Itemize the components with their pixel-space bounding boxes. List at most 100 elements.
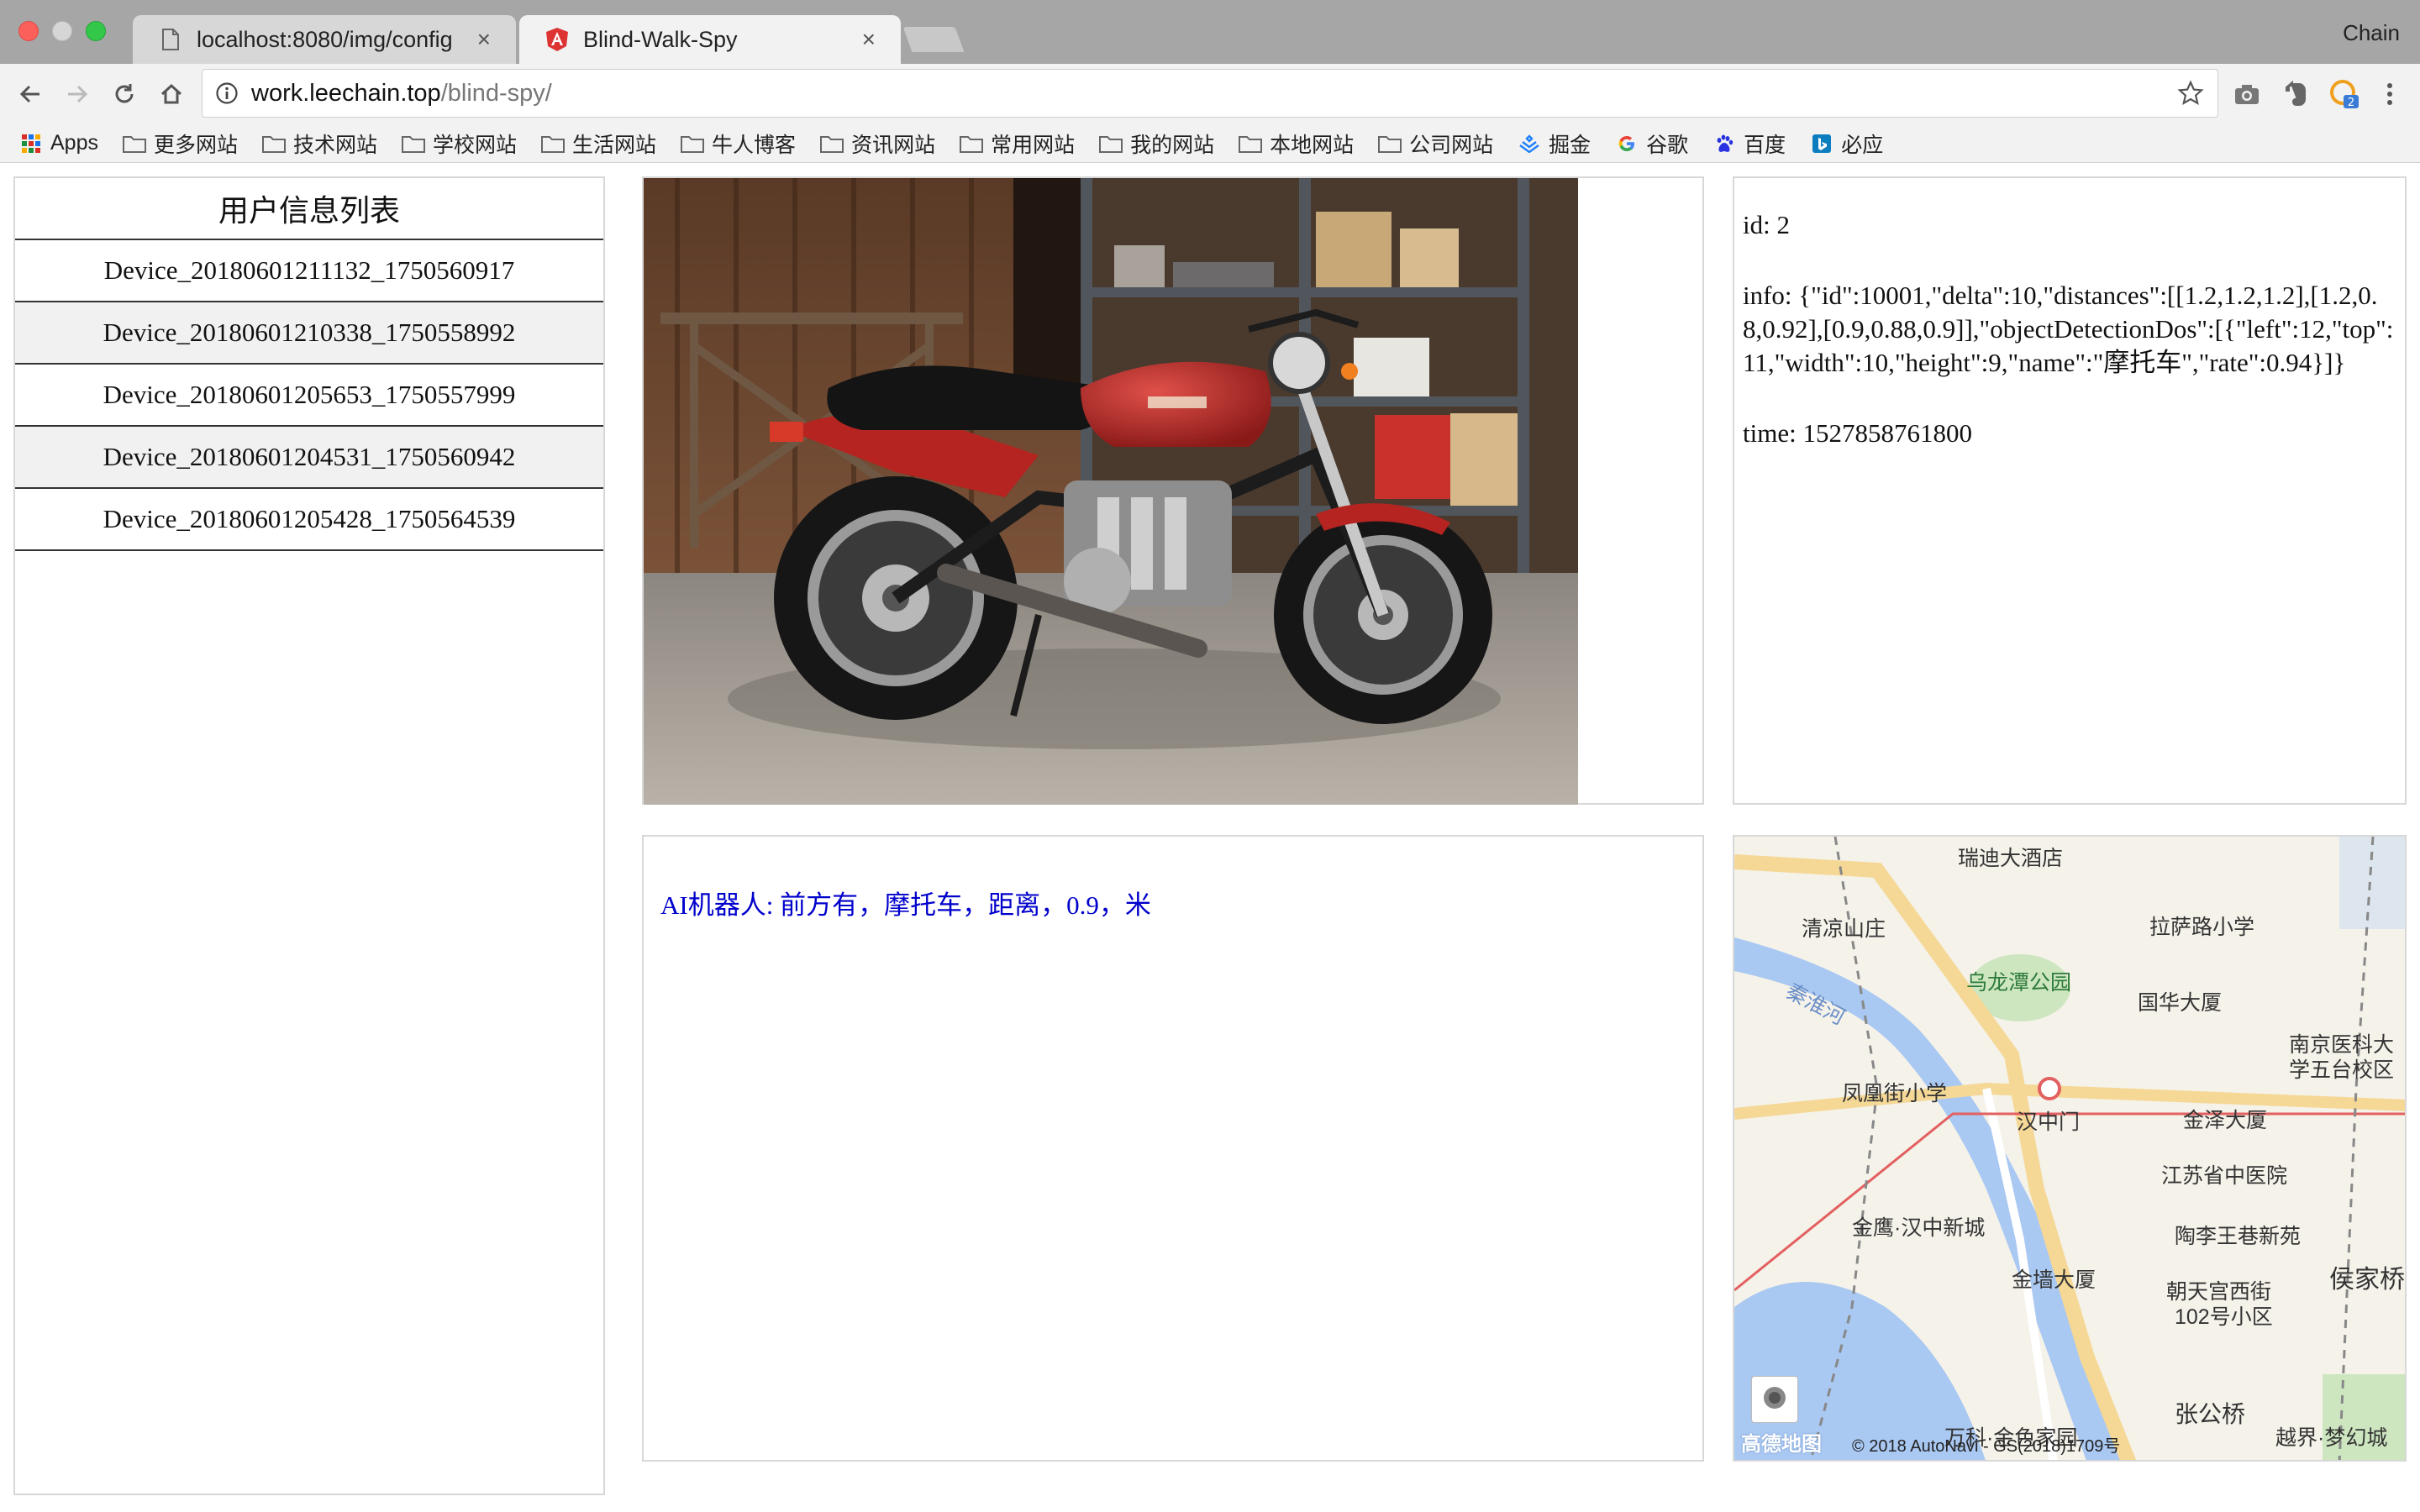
bookmark-label: 掘金 — [1549, 133, 1591, 157]
bookmark-label: 常用网站 — [991, 133, 1076, 157]
record-info-json: info: {"id":10001,"delta":10,"distances"… — [1743, 281, 2394, 377]
map-label: 汉中门 — [2017, 1110, 2081, 1134]
map-label: 乌龙潭公园 — [1966, 971, 2072, 995]
apps-grid-icon — [18, 133, 44, 155]
locate-icon — [1762, 1385, 1787, 1415]
folder-icon — [1377, 133, 1402, 155]
map-label: 金墙大厦 — [2012, 1268, 2096, 1292]
bookmark-label: Apps — [50, 131, 98, 155]
address-bar[interactable]: work.leechain.top/blind-spy/ — [202, 69, 2218, 118]
bookmark-label: 技术网站 — [293, 133, 378, 157]
url-host: work.leechain.top — [251, 79, 441, 107]
map-label: 金泽大厦 — [2183, 1109, 2268, 1132]
bookmark-label: 谷歌 — [1646, 133, 1689, 157]
url-path: /blind-spy/ — [440, 79, 552, 107]
bookmark-bing[interactable]: 必应 — [1809, 129, 1883, 159]
bookmark-folder[interactable]: 我的网站 — [1098, 129, 1214, 159]
location-map[interactable]: 瑞迪大酒店 清凉山庄 拉萨路小学 乌龙潭公园 秦淮河 国华大厦 南京医科大 学五… — [1733, 835, 2407, 1462]
map-label: 清凉山庄 — [1802, 917, 1886, 941]
tab-config[interactable]: localhost:8080/img/config × — [133, 15, 516, 64]
bookmarks-bar: Apps 更多网站 技术网站 学校网站 生活网站 牛人博客 资讯网站 常用网站 … — [0, 124, 2420, 163]
map-label: 侯家桥 — [2329, 1266, 2405, 1294]
bing-icon — [1809, 133, 1834, 155]
bookmark-folder[interactable]: 技术网站 — [261, 129, 377, 159]
captured-image-panel — [642, 176, 1704, 805]
locate-me-button[interactable] — [1751, 1376, 1798, 1423]
bookmark-google[interactable]: 谷歌 — [1614, 129, 1688, 159]
folder-icon — [122, 133, 147, 155]
bookmark-folder[interactable]: 牛人博客 — [680, 129, 796, 159]
tab-title: Blind-Walk-Spy — [583, 26, 738, 52]
bookmark-label: 我的网站 — [1130, 133, 1215, 157]
bookmark-label: 必应 — [1841, 133, 1884, 157]
bookmark-label: 生活网站 — [572, 133, 657, 157]
amap-logo: 高德地图 — [1741, 1433, 1822, 1456]
forward-arrow-icon[interactable] — [59, 76, 96, 113]
record-id: id: 2 — [1743, 210, 1790, 239]
juejin-icon — [1517, 133, 1542, 155]
home-icon[interactable] — [153, 76, 190, 113]
ai-message-panel: AI机器人: 前方有，摩托车，距离，0.9，米 — [642, 835, 1704, 1462]
page-icon — [158, 27, 183, 52]
folder-icon — [680, 133, 705, 155]
maximize-window-button[interactable] — [86, 21, 106, 41]
bookmark-label: 牛人博客 — [712, 133, 797, 157]
device-list-item[interactable]: Device_20180601204531_1750560942 — [15, 427, 603, 489]
google-icon — [1614, 133, 1639, 155]
bookmark-folder[interactable]: 生活网站 — [540, 129, 656, 159]
angular-icon — [544, 27, 570, 52]
tab-blind-walk-spy[interactable]: Blind-Walk-Spy × — [519, 15, 901, 64]
bookmark-label: 公司网站 — [1409, 133, 1494, 157]
back-arrow-icon[interactable] — [12, 76, 49, 113]
bookmark-apps[interactable]: Apps — [18, 131, 98, 155]
bookmark-folder[interactable]: 学校网站 — [401, 129, 517, 159]
map-label: 金鹰·汉中新城 — [1852, 1216, 1986, 1240]
bookmark-star-icon[interactable] — [2177, 80, 2204, 113]
bookmark-juejin[interactable]: 掘金 — [1517, 129, 1591, 159]
map-label: 江苏省中医院 — [2161, 1164, 2288, 1188]
close-tab-icon[interactable]: × — [862, 26, 876, 53]
new-tab-button[interactable] — [902, 27, 965, 52]
bookmark-folder[interactable]: 资讯网站 — [819, 129, 935, 159]
folder-icon — [1098, 133, 1123, 155]
detection-info-panel: id: 2 info: {"id":10001,"delta":10,"dist… — [1733, 176, 2407, 805]
bookmark-label: 本地网站 — [1270, 133, 1355, 157]
folder-icon — [540, 133, 566, 155]
bookmark-label: 资讯网站 — [851, 133, 936, 157]
profile-name[interactable]: Chain — [2343, 20, 2400, 46]
map-label: 越界·梦幻城 — [2275, 1426, 2388, 1450]
map-label: 瑞迪大酒店 — [1958, 847, 2064, 870]
device-list-item[interactable]: Device_20180601205428_1750564539 — [15, 489, 603, 551]
device-list-item[interactable]: Device_20180601210338_1750558992 — [15, 302, 603, 365]
site-info-icon[interactable] — [214, 81, 239, 106]
record-time: time: 1527858761800 — [1743, 418, 1972, 448]
close-tab-icon[interactable]: × — [477, 26, 491, 53]
bookmark-label: 百度 — [1744, 133, 1786, 157]
extension-badge-icon[interactable]: 2 — [2328, 77, 2361, 111]
map-label: 陶李王巷新苑 — [2175, 1225, 2302, 1248]
close-window-button[interactable] — [18, 21, 39, 41]
ai-robot-message: AI机器人: 前方有，摩托车，距离，0.9，米 — [660, 890, 1151, 920]
baidu-paw-icon — [1712, 133, 1737, 155]
evernote-icon[interactable] — [2279, 77, 2312, 111]
map-label: 拉萨路小学 — [2149, 916, 2255, 939]
map-label: 凤凰街小学 — [1842, 1082, 1948, 1105]
folder-icon — [959, 133, 984, 155]
camera-icon[interactable] — [2230, 77, 2264, 111]
bookmark-baidu[interactable]: 百度 — [1712, 129, 1786, 159]
device-list-item[interactable]: Device_20180601211132_1750560917 — [15, 240, 603, 302]
bookmark-folder[interactable]: 公司网站 — [1377, 129, 1493, 159]
menu-dots-icon[interactable] — [2373, 77, 2407, 111]
reload-icon[interactable] — [106, 76, 143, 113]
folder-icon — [819, 133, 844, 155]
bookmark-folder[interactable]: 本地网站 — [1238, 129, 1354, 159]
bookmark-folder[interactable]: 常用网站 — [959, 129, 1075, 159]
device-list-item[interactable]: Device_20180601205653_1750557999 — [15, 365, 603, 427]
svg-text:2: 2 — [2348, 97, 2354, 109]
folder-icon — [1238, 133, 1263, 155]
map-label: 张公桥 — [2175, 1401, 2246, 1427]
browser-toolbar: work.leechain.top/blind-spy/ 2 — [0, 64, 2420, 124]
bookmark-folder[interactable]: 更多网站 — [122, 129, 238, 159]
minimize-window-button[interactable] — [52, 21, 72, 41]
map-label: 学五台校区 — [2289, 1058, 2395, 1082]
